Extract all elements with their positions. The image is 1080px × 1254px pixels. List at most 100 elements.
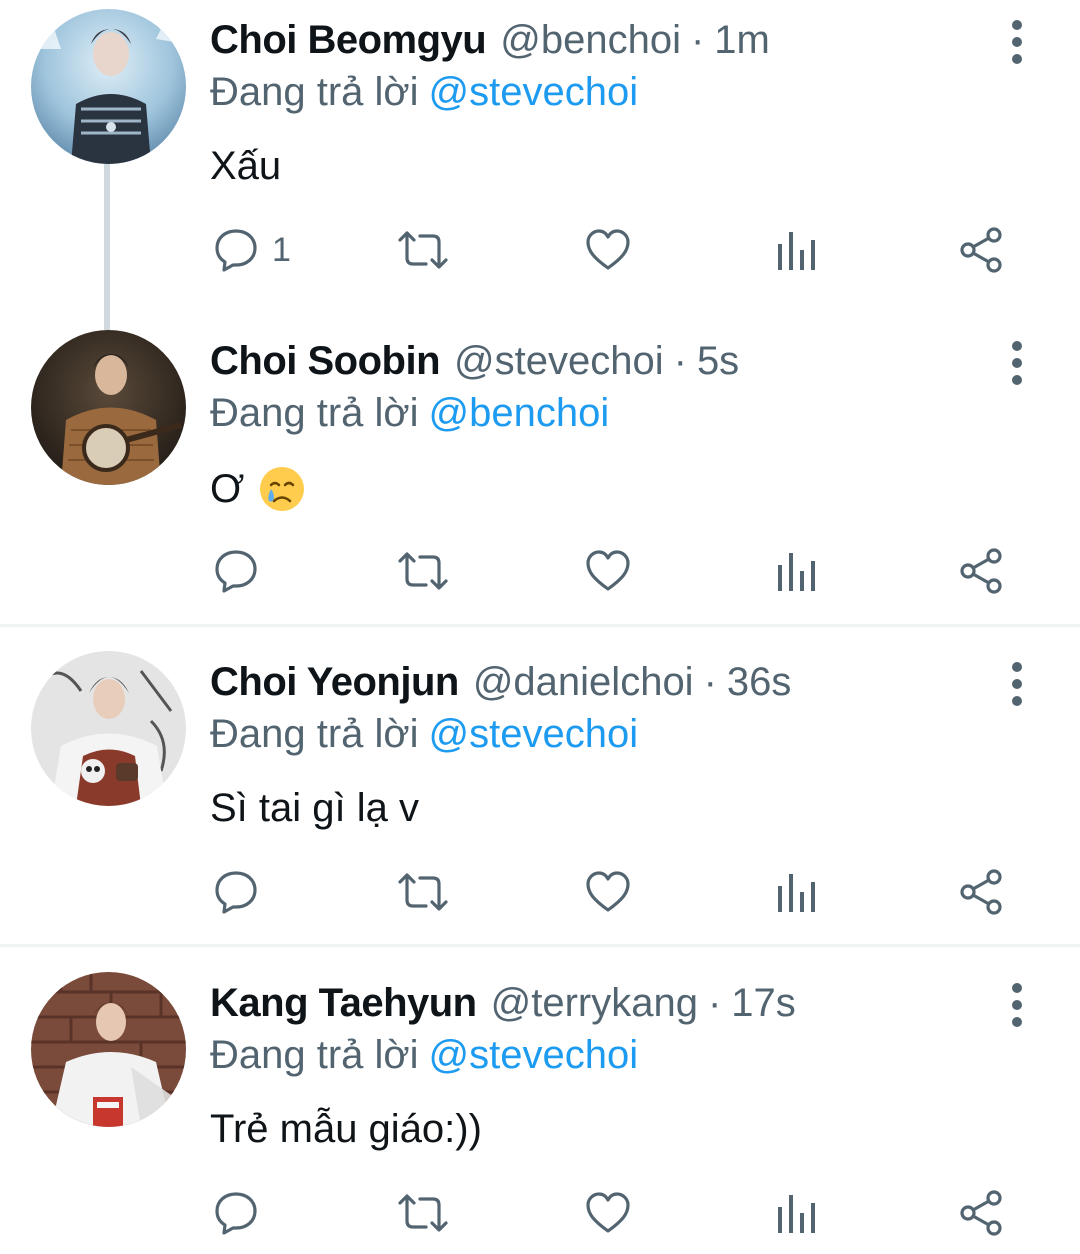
- speech-bubble-icon: [215, 229, 257, 272]
- tweet[interactable]: Choi Beomgyu @benchoi · 1m Đang trả lời @…: [0, 0, 1080, 320]
- replying-to-label: Đang trả lời: [210, 391, 419, 435]
- separator-dot: ·: [690, 18, 705, 62]
- more-options-button[interactable]: [1004, 981, 1030, 1031]
- replying-to: Đang trả lời @stevechoi: [210, 712, 638, 757]
- tweet-text-content: Ơ: [210, 466, 245, 511]
- user-handle[interactable]: @stevechoi: [454, 339, 664, 384]
- reply-button[interactable]: 1: [212, 210, 291, 290]
- retweet-button[interactable]: [396, 1173, 450, 1253]
- heart-icon: [586, 229, 630, 270]
- display-name[interactable]: Choi Beomgyu: [210, 18, 487, 63]
- mention-link[interactable]: @stevechoi: [429, 712, 639, 756]
- crying-face-emoji-icon: [260, 467, 305, 511]
- action-bar: [0, 852, 1080, 932]
- replying-to-label: Đang trả lời: [210, 1033, 419, 1077]
- replying-to: Đang trả lời @stevechoi: [210, 70, 638, 115]
- timestamp[interactable]: 5s: [697, 339, 739, 384]
- speech-bubble-icon: [215, 1192, 257, 1235]
- action-bar: [0, 531, 1080, 611]
- more-options-button[interactable]: [1004, 18, 1030, 68]
- tweet-text: Xấu: [210, 144, 281, 189]
- user-handle[interactable]: @danielchoi: [473, 660, 694, 705]
- bar-chart-icon: [778, 1195, 815, 1233]
- views-button[interactable]: [774, 1173, 818, 1253]
- retweet-button[interactable]: [396, 210, 450, 290]
- views-button[interactable]: [774, 531, 818, 611]
- avatar[interactable]: [31, 651, 186, 806]
- share-icon: [960, 1190, 1002, 1236]
- share-button[interactable]: [958, 531, 1006, 611]
- share-icon: [960, 548, 1002, 594]
- more-options-button[interactable]: [1004, 660, 1030, 710]
- like-button[interactable]: [584, 531, 632, 611]
- avatar[interactable]: [31, 330, 186, 485]
- heart-icon: [586, 871, 630, 912]
- tweet-header: Choi Yeonjun @danielchoi · 36s: [210, 660, 791, 710]
- vertical-dots-icon: [1012, 983, 1022, 1027]
- timestamp[interactable]: 1m: [714, 18, 770, 63]
- retweet-icon: [398, 1194, 448, 1232]
- retweet-button[interactable]: [396, 531, 450, 611]
- avatar[interactable]: [31, 972, 186, 1127]
- tweet[interactable]: Choi Soobin @stevechoi · 5s Đang trả lời…: [0, 321, 1080, 621]
- action-bar: 1: [0, 210, 1080, 290]
- replying-to: Đang trả lời @stevechoi: [210, 1033, 638, 1078]
- more-options-button[interactable]: [1004, 339, 1030, 389]
- tweet-header: Kang Taehyun @terrykang · 17s: [210, 981, 796, 1031]
- tweet[interactable]: Kang Taehyun @terrykang · 17s Đang trả l…: [0, 963, 1080, 1254]
- timestamp[interactable]: 17s: [731, 981, 796, 1026]
- display-name[interactable]: Choi Soobin: [210, 339, 441, 384]
- action-bar: [0, 1173, 1080, 1253]
- tweet-text: Sì tai gì lạ v: [210, 786, 419, 831]
- replying-to-label: Đang trả lời: [210, 70, 419, 114]
- tweet-text-content: Xấu: [210, 144, 282, 188]
- mention-link[interactable]: @benchoi: [429, 391, 610, 435]
- vertical-dots-icon: [1012, 341, 1022, 385]
- tweet-text: Ơ: [210, 465, 306, 513]
- avatar[interactable]: [31, 9, 186, 164]
- tweet-text: Trẻ mẫu giáo:)): [210, 1107, 482, 1152]
- separator-dot: ·: [673, 339, 687, 383]
- tweet-text-content: Trẻ mẫu giáo:)): [210, 1107, 482, 1151]
- views-button[interactable]: [774, 210, 818, 290]
- heart-icon: [586, 1192, 630, 1233]
- user-handle[interactable]: @benchoi: [500, 18, 681, 63]
- reply-button[interactable]: [212, 852, 272, 932]
- speech-bubble-icon: [215, 871, 257, 914]
- bar-chart-icon: [778, 232, 815, 270]
- replying-to-label: Đang trả lời: [210, 712, 419, 756]
- timestamp[interactable]: 36s: [727, 660, 792, 705]
- like-button[interactable]: [584, 852, 632, 932]
- display-name[interactable]: Kang Taehyun: [210, 981, 477, 1026]
- reply-count: 1: [272, 230, 291, 269]
- tweet-text-content: Sì tai gì lạ v: [210, 786, 419, 830]
- vertical-dots-icon: [1012, 20, 1022, 64]
- tweet-header: Choi Beomgyu @benchoi · 1m: [210, 18, 770, 68]
- separator-dot: ·: [703, 660, 717, 704]
- share-button[interactable]: [958, 1173, 1006, 1253]
- views-button[interactable]: [774, 852, 818, 932]
- reply-button[interactable]: [212, 531, 272, 611]
- retweet-icon: [398, 873, 448, 911]
- tweet-divider: [0, 624, 1080, 627]
- retweet-icon: [398, 231, 448, 269]
- share-button[interactable]: [958, 210, 1006, 290]
- share-button[interactable]: [958, 852, 1006, 932]
- heart-icon: [586, 550, 630, 591]
- share-icon: [960, 869, 1002, 915]
- retweet-button[interactable]: [396, 852, 450, 932]
- bar-chart-icon: [778, 874, 815, 912]
- tweet[interactable]: Choi Yeonjun @danielchoi · 36s Đang trả …: [0, 642, 1080, 942]
- display-name[interactable]: Choi Yeonjun: [210, 660, 459, 705]
- separator-dot: ·: [707, 981, 722, 1025]
- speech-bubble-icon: [215, 550, 257, 593]
- like-button[interactable]: [584, 210, 632, 290]
- replying-to: Đang trả lời @benchoi: [210, 391, 609, 436]
- share-icon: [960, 227, 1002, 273]
- bar-chart-icon: [778, 553, 815, 591]
- reply-button[interactable]: [212, 1173, 272, 1253]
- mention-link[interactable]: @stevechoi: [429, 70, 639, 114]
- mention-link[interactable]: @stevechoi: [429, 1033, 639, 1077]
- like-button[interactable]: [584, 1173, 632, 1253]
- user-handle[interactable]: @terrykang: [491, 981, 698, 1026]
